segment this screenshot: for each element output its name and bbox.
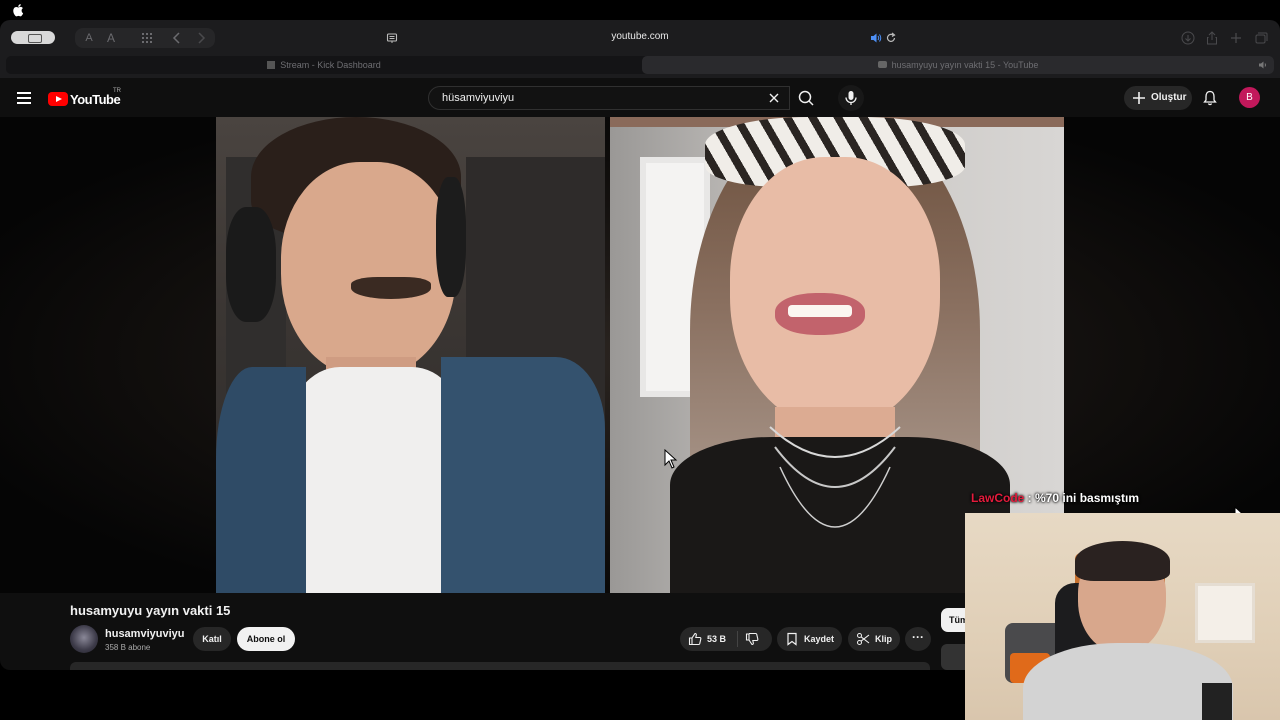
clip-button[interactable]: Klip	[848, 627, 900, 651]
forward-icon[interactable]	[191, 29, 211, 47]
like-divider	[737, 631, 738, 647]
account-avatar[interactable]: B	[1239, 87, 1260, 108]
new-tab-icon[interactable]	[1226, 29, 1246, 47]
description-box[interactable]	[70, 662, 930, 670]
youtube-logo-text: YouTube	[70, 92, 121, 107]
subscriber-count: 358 B abone	[105, 643, 151, 652]
dislike-icon[interactable]	[745, 632, 759, 646]
plus-icon	[1133, 92, 1145, 104]
tab-overview-icon[interactable]	[1250, 29, 1270, 47]
text-smaller-icon[interactable]: A	[79, 29, 99, 47]
back-icon[interactable]	[167, 29, 187, 47]
text-larger-icon[interactable]: A	[101, 29, 121, 47]
clear-search-icon[interactable]	[768, 92, 780, 104]
youtube-logo[interactable]: YouTube TR	[48, 88, 128, 108]
search-icon[interactable]	[790, 86, 824, 110]
youtube-favicon-icon	[877, 61, 887, 68]
tab-youtube[interactable]: husamyuyu yayın vakti 15 - YouTube	[642, 56, 1274, 74]
scissors-icon	[857, 633, 870, 645]
search-query: hüsamviyuviyu	[442, 92, 515, 104]
streamer-webcam	[965, 513, 1280, 720]
clip-label: Klip	[875, 634, 892, 644]
subscribe-button[interactable]: Abone ol	[237, 627, 295, 651]
chat-overlay-message: LawCode : %70 ini basmıştım	[971, 491, 1139, 505]
mac-menubar	[0, 0, 1280, 20]
nav-button-group: A A	[75, 28, 215, 48]
channel-avatar[interactable]	[70, 625, 98, 653]
like-count[interactable]: 53 B	[707, 634, 726, 644]
sidebar-toggle-button[interactable]	[11, 31, 55, 44]
necklace-graphic	[769, 426, 901, 528]
mouse-cursor-icon	[664, 449, 678, 469]
bookmark-icon	[787, 632, 797, 646]
browser-toolbar: A A youtube.com Stream - Kick Dashboard …	[0, 20, 1280, 78]
channel-name[interactable]: husamviyuviyu	[105, 628, 184, 640]
tab-audio-icon[interactable]	[1258, 60, 1268, 70]
apple-icon[interactable]	[12, 3, 24, 17]
region-code: TR	[113, 88, 121, 94]
chat-username: LawCode	[971, 491, 1025, 505]
create-label: Oluştur	[1151, 92, 1187, 103]
address-url: youtube.com	[611, 31, 669, 42]
save-label: Kaydet	[804, 634, 835, 644]
youtube-play-icon	[48, 92, 68, 106]
create-button[interactable]: Oluştur	[1124, 86, 1192, 110]
tab-bar: Stream - Kick Dashboard husamyuyu yayın …	[6, 56, 1274, 74]
menu-icon[interactable]	[17, 92, 31, 104]
kick-favicon-icon	[267, 61, 276, 69]
video-frame-left	[216, 117, 605, 593]
tab-kick-dashboard[interactable]: Stream - Kick Dashboard	[6, 56, 642, 74]
downloads-icon[interactable]	[1178, 29, 1198, 47]
like-dislike-group: 53 B	[680, 627, 772, 651]
grid-icon[interactable]	[137, 29, 157, 47]
join-button[interactable]: Katıl	[193, 627, 231, 651]
microphone-icon[interactable]	[838, 85, 864, 111]
audio-playing-icon[interactable]	[870, 32, 882, 44]
like-icon[interactable]	[688, 632, 702, 646]
search-input[interactable]: hüsamviyuviyu	[428, 86, 790, 110]
tab-title: husamyuyu yayın vakti 15 - YouTube	[891, 60, 1039, 70]
chat-message-text: : %70 ini basmıştım	[1024, 491, 1140, 505]
share-icon[interactable]	[1202, 29, 1222, 47]
more-actions-button[interactable]: ···	[905, 627, 931, 651]
tab-title: Stream - Kick Dashboard	[280, 60, 381, 70]
address-bar[interactable]: youtube.com	[380, 27, 900, 49]
video-title: husamyuyu yayın vakti 15	[70, 603, 231, 618]
notifications-bell-icon[interactable]	[1201, 89, 1219, 107]
save-button[interactable]: Kaydet	[777, 627, 842, 651]
reload-icon[interactable]	[885, 32, 897, 44]
